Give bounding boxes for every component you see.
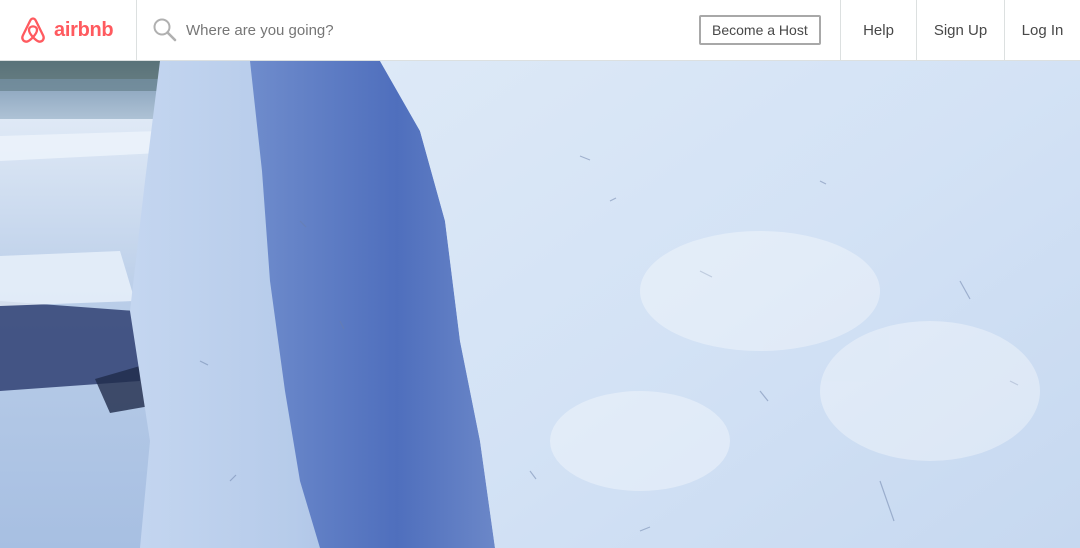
nav-help-link[interactable]: Help xyxy=(841,0,917,60)
become-host-button[interactable]: Become a Host xyxy=(699,15,821,45)
search-input[interactable] xyxy=(186,17,626,43)
airbnb-belo-icon xyxy=(18,15,48,45)
logo-link[interactable]: airbnb xyxy=(0,0,137,60)
logo-wordmark: airbnb xyxy=(54,18,114,41)
hero-image xyxy=(0,61,1080,548)
top-header: airbnb Become a Host Help Sign Up Log In xyxy=(0,0,1080,61)
search-bar xyxy=(137,0,685,60)
become-host-container: Become a Host xyxy=(685,0,841,60)
page: airbnb Become a Host Help Sign Up Log In xyxy=(0,0,1080,548)
nav-login-link[interactable]: Log In xyxy=(1005,0,1080,60)
nav-signup-link[interactable]: Sign Up xyxy=(917,0,1005,60)
search-icon xyxy=(152,17,178,43)
